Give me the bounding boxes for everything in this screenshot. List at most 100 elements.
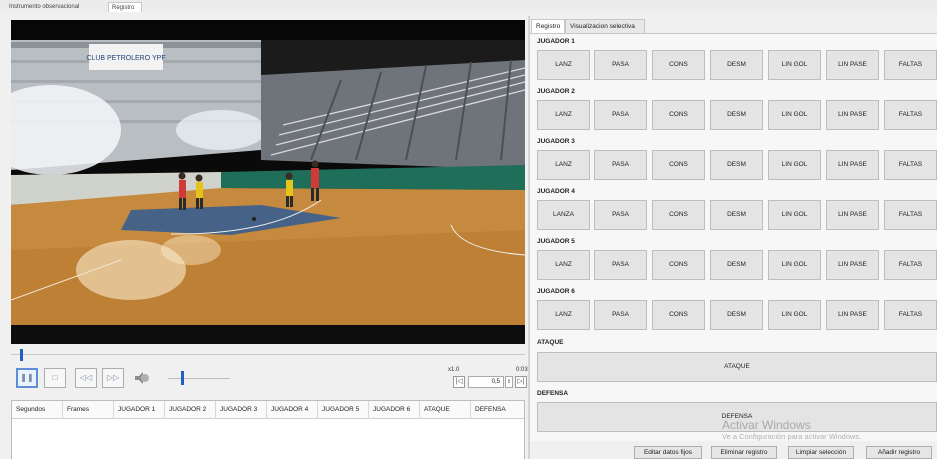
player-2-label: JUGADOR 2 — [537, 88, 575, 95]
player-4-faltas-button[interactable]: FALTAS — [884, 200, 937, 230]
volume-icon — [135, 372, 149, 384]
player-6-desm-button[interactable]: DESM — [710, 300, 763, 330]
speed-label: x1.0 — [448, 367, 460, 373]
edit-fixed-data-button[interactable]: Editar datos fijos — [634, 446, 702, 459]
stop-icon: □ — [52, 373, 58, 382]
pause-icon: ❚❚ — [20, 373, 34, 382]
player-1-lin-pase-button[interactable]: LIN PASE — [826, 50, 879, 80]
player-2-faltas-button[interactable]: FALTAS — [884, 100, 937, 130]
player-4-cons-button[interactable]: CONS — [652, 200, 705, 230]
player-4-lanza-button[interactable]: LANZA — [537, 200, 590, 230]
window-tab-bar: Instrumento observacional Registro — [0, 0, 937, 12]
player-5-cons-button[interactable]: CONS — [652, 250, 705, 280]
player-1-label: JUGADOR 1 — [537, 38, 575, 45]
player-3-desm-button[interactable]: DESM — [710, 150, 763, 180]
player-1-desm-button[interactable]: DESM — [710, 50, 763, 80]
column-header[interactable]: JUGADOR 1 — [114, 401, 165, 419]
player-5-label: JUGADOR 5 — [537, 238, 575, 245]
player-5-lin-pase-button[interactable]: LIN PASE — [826, 250, 879, 280]
player-3-label: JUGADOR 3 — [537, 138, 575, 145]
clear-selection-button[interactable]: Limpiar selección — [788, 446, 854, 459]
player-3-pasa-button[interactable]: PASA — [594, 150, 647, 180]
forward-button[interactable]: ▷▷ — [102, 368, 124, 388]
player-2-lin-gol-button[interactable]: LIN GOL — [768, 100, 821, 130]
defense-label: DEFENSA — [537, 390, 569, 397]
column-header[interactable]: ATAQUE — [420, 401, 471, 419]
column-header[interactable]: Segundos — [12, 401, 63, 419]
player-5-lin-gol-button[interactable]: LIN GOL — [768, 250, 821, 280]
player-4-desm-button[interactable]: DESM — [710, 200, 763, 230]
player-2-pasa-button[interactable]: PASA — [594, 100, 647, 130]
player-4-lin-pase-button[interactable]: LIN PASE — [826, 200, 879, 230]
attack-button[interactable]: ATAQUE — [537, 352, 937, 382]
player-5-faltas-button[interactable]: FALTAS — [884, 250, 937, 280]
stop-button[interactable]: □ — [44, 368, 66, 388]
register-body: JUGADOR 1 LANZ PASA CONS DESM LIN GOL LI… — [530, 33, 937, 441]
player-1-lin-gol-button[interactable]: LIN GOL — [768, 50, 821, 80]
column-header[interactable]: JUGADOR 5 — [318, 401, 369, 419]
player-6-lin-gol-button[interactable]: LIN GOL — [768, 300, 821, 330]
timeline-thumb[interactable] — [20, 349, 23, 361]
player-6-pasa-button[interactable]: PASA — [594, 300, 647, 330]
pause-button[interactable]: ❚❚ — [16, 368, 38, 388]
register-tabs: Registro Visualizacion selectiva — [530, 19, 937, 33]
tab-instrumento[interactable]: Instrumento observacional — [6, 2, 108, 12]
player-1-faltas-button[interactable]: FALTAS — [884, 50, 937, 80]
player-2-cons-button[interactable]: CONS — [652, 100, 705, 130]
player-6-lin-pase-button[interactable]: LIN PASE — [826, 300, 879, 330]
tab-registro-right[interactable]: Registro — [531, 19, 565, 33]
player-1-lanz-button[interactable]: LANZ — [537, 50, 590, 80]
player-6-faltas-button[interactable]: FALTAS — [884, 300, 937, 330]
player-controls: ❚❚ □ ◁◁ ▷▷ x1.0 0:03 |◁ 0,5 ⇕ ▷| — [16, 367, 528, 393]
step-back-button[interactable]: |◁ — [453, 376, 465, 388]
player-3-lin-gol-button[interactable]: LIN GOL — [768, 150, 821, 180]
player-5-pasa-button[interactable]: PASA — [594, 250, 647, 280]
player-4-pasa-button[interactable]: PASA — [594, 200, 647, 230]
records-table[interactable]: Segundos Frames JUGADOR 1 JUGADOR 2 JUGA… — [11, 400, 525, 459]
player-5-lanz-button[interactable]: LANZ — [537, 250, 590, 280]
player-6-label: JUGADOR 6 — [537, 288, 575, 295]
volume-slider[interactable] — [181, 371, 184, 385]
tab-visualizacion[interactable]: Visualizacion selectiva — [565, 19, 645, 33]
player-5-desm-button[interactable]: DESM — [710, 250, 763, 280]
skip-end-icon: ▷| — [517, 378, 525, 385]
player-4-lin-gol-button[interactable]: LIN GOL — [768, 200, 821, 230]
rewind-button[interactable]: ◁◁ — [75, 368, 97, 388]
register-panel: Registro Visualizacion selectiva JUGADOR… — [530, 16, 937, 459]
video-timeline[interactable] — [11, 349, 525, 361]
player-3-lin-pase-button[interactable]: LIN PASE — [826, 150, 879, 180]
video-frame[interactable]: CLUB PETROLERO YPF — [11, 20, 525, 344]
player-6-lanz-button[interactable]: LANZ — [537, 300, 590, 330]
player-1-pasa-button[interactable]: PASA — [594, 50, 647, 80]
defense-button[interactable]: DEFENSA — [537, 402, 937, 432]
step-forward-button[interactable]: ▷| — [515, 376, 527, 388]
player-6-cons-button[interactable]: CONS — [652, 300, 705, 330]
add-record-button[interactable]: Añadir registro — [866, 446, 932, 459]
column-header[interactable]: JUGADOR 4 — [267, 401, 318, 419]
column-header[interactable]: JUGADOR 6 — [369, 401, 420, 419]
forward-icon: ▷▷ — [106, 373, 120, 382]
column-header[interactable]: Frames — [63, 401, 114, 419]
column-header[interactable]: DEFENSA — [471, 401, 524, 419]
player-4-label: JUGADOR 4 — [537, 188, 575, 195]
column-header[interactable]: JUGADOR 3 — [216, 401, 267, 419]
step-spinner[interactable]: ⇕ — [505, 376, 513, 388]
volume-track — [168, 378, 230, 379]
column-header[interactable]: JUGADOR 2 — [165, 401, 216, 419]
player-3-faltas-button[interactable]: FALTAS — [884, 150, 937, 180]
player-2-lanz-button[interactable]: LANZ — [537, 100, 590, 130]
player-2-desm-button[interactable]: DESM — [710, 100, 763, 130]
player-3-lanz-button[interactable]: LANZ — [537, 150, 590, 180]
delete-record-button[interactable]: Eliminar registro — [711, 446, 777, 459]
player-1-cons-button[interactable]: CONS — [652, 50, 705, 80]
tab-registro[interactable]: Registro — [108, 2, 142, 12]
step-value-input[interactable]: 0,5 — [468, 376, 504, 388]
table-header: Segundos Frames JUGADOR 1 JUGADOR 2 JUGA… — [12, 401, 524, 419]
player-2-lin-pase-button[interactable]: LIN PASE — [826, 100, 879, 130]
video-scene: CLUB PETROLERO YPF — [11, 20, 525, 344]
player-3-cons-button[interactable]: CONS — [652, 150, 705, 180]
banner-text: CLUB PETROLERO YPF — [86, 55, 165, 62]
volume-button[interactable] — [134, 371, 150, 385]
skip-start-icon: |◁ — [455, 378, 463, 385]
spinner-icon: ⇕ — [506, 379, 512, 385]
